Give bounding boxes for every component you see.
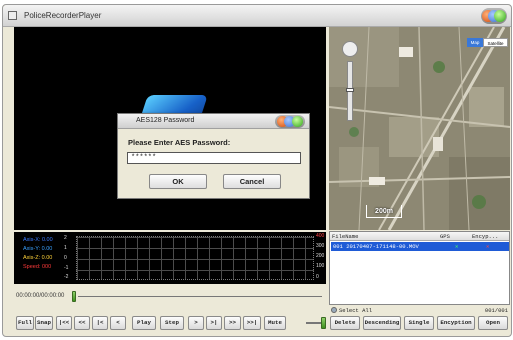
ok-button[interactable]: OK bbox=[149, 174, 207, 189]
play-button[interactable]: Play bbox=[132, 316, 156, 330]
dialog-close-button[interactable] bbox=[292, 116, 303, 127]
seek-bar: 00:00:00/00:00:00 bbox=[14, 291, 326, 303]
fast-forward-button[interactable]: >> bbox=[224, 316, 241, 330]
file-name-cell: 001 20170407-171148-00.MOV bbox=[333, 243, 419, 250]
snap-button[interactable]: Snap bbox=[35, 316, 53, 330]
column-header-encryption[interactable]: Encyp... bbox=[472, 233, 498, 240]
right-scale-label: 300 bbox=[316, 243, 325, 249]
window-title: PoliceRecorderPlayer bbox=[24, 11, 102, 20]
encryption-status-icon: ✕ bbox=[486, 243, 490, 250]
left-scale-label: 0 bbox=[64, 255, 67, 261]
password-dialog: AES128 Password Please Enter AES Passwor… bbox=[117, 113, 310, 199]
dialog-title: AES128 Password bbox=[136, 117, 195, 124]
close-button[interactable] bbox=[494, 10, 506, 22]
volume-handle[interactable] bbox=[321, 317, 326, 329]
prev-file-button[interactable]: |< bbox=[92, 316, 108, 330]
password-input[interactable]: ****** bbox=[127, 152, 301, 164]
satellite-map-image bbox=[329, 27, 510, 230]
window-controls bbox=[481, 8, 507, 24]
right-scale-label: 0 bbox=[316, 274, 319, 280]
next-file-button[interactable]: >| bbox=[206, 316, 222, 330]
open-button[interactable]: Open bbox=[478, 316, 508, 330]
playback-time: 00:00:00/00:00:00 bbox=[16, 293, 65, 299]
delete-button[interactable]: Delete bbox=[330, 316, 360, 330]
dialog-title-bar: AES128 Password bbox=[118, 114, 309, 129]
left-scale-label: 2 bbox=[64, 235, 67, 241]
full-button[interactable]: Full bbox=[16, 316, 34, 330]
cancel-button[interactable]: Cancel bbox=[223, 174, 281, 189]
rewind-button[interactable]: << bbox=[74, 316, 90, 330]
left-scale-label: -2 bbox=[64, 274, 69, 280]
seek-track[interactable] bbox=[78, 296, 322, 297]
left-scale-label: -1 bbox=[64, 265, 69, 271]
file-list-header: FileName GPS Encyp... bbox=[330, 232, 509, 241]
select-all-label[interactable]: Select All bbox=[339, 307, 372, 314]
playback-controls: Full Snap |<< << |< < Play Step > >| >> … bbox=[14, 316, 326, 333]
app-icon bbox=[8, 11, 17, 20]
next-frame-button[interactable]: > bbox=[188, 316, 204, 330]
single-button[interactable]: Single bbox=[404, 316, 434, 330]
dialog-window-controls bbox=[275, 115, 305, 128]
encryption-button[interactable]: Encyption bbox=[437, 316, 475, 330]
axis-x-readout: Axis-X: 0.00 bbox=[23, 237, 53, 243]
first-button[interactable]: |<< bbox=[56, 316, 72, 330]
map-scale-bar: 200m bbox=[366, 205, 402, 218]
prev-frame-button[interactable]: < bbox=[110, 316, 126, 330]
sensor-grid bbox=[76, 236, 314, 280]
file-list: FileName GPS Encyp... 001 20170407-17114… bbox=[329, 231, 510, 305]
mute-button[interactable]: Mute bbox=[264, 316, 286, 330]
last-button[interactable]: >>| bbox=[243, 316, 261, 330]
volume-slider[interactable] bbox=[306, 317, 326, 329]
password-prompt: Please Enter AES Password: bbox=[128, 138, 231, 147]
map-view[interactable]: Map Satellite 200m bbox=[329, 27, 510, 230]
map-pan-control[interactable] bbox=[342, 41, 358, 57]
step-button[interactable]: Step bbox=[160, 316, 184, 330]
column-header-filename[interactable]: FileName bbox=[332, 233, 358, 240]
select-all-checkbox[interactable] bbox=[331, 307, 337, 313]
map-type-satellite-button[interactable]: Satellite bbox=[483, 38, 508, 47]
axis-y-readout: Axis-Y: 0.00 bbox=[23, 246, 53, 252]
speed-readout: Speed: 000 bbox=[23, 264, 52, 270]
sensor-graph-panel: Axis-X: 0.00 Axis-Y: 0.00 Axis-Z: 0.00 S… bbox=[14, 232, 326, 284]
axis-z-readout: Axis-Z: 0.00 bbox=[23, 255, 53, 261]
right-scale-label: 200 bbox=[316, 253, 325, 259]
column-header-gps[interactable]: GPS bbox=[440, 233, 450, 240]
seek-handle[interactable] bbox=[72, 291, 76, 302]
gps-status-icon: ✕ bbox=[455, 243, 459, 250]
file-list-row[interactable]: 001 20170407-171148-00.MOV ✕ ✕ bbox=[331, 242, 509, 251]
file-count: 001/001 bbox=[484, 307, 508, 314]
selection-bar: Select All 001/001 bbox=[329, 306, 510, 315]
right-scale-label: 100 bbox=[316, 263, 325, 269]
title-bar: PoliceRecorderPlayer bbox=[3, 5, 511, 27]
map-type-toggle: Map Satellite bbox=[467, 38, 510, 47]
descending-button[interactable]: Descending bbox=[363, 316, 401, 330]
map-type-map-button[interactable]: Map bbox=[467, 38, 483, 47]
left-scale-label: 1 bbox=[64, 245, 67, 251]
map-zoom-slider[interactable] bbox=[346, 61, 354, 121]
map-zoom-handle[interactable] bbox=[346, 88, 354, 92]
right-scale-label: 400 bbox=[316, 233, 325, 239]
